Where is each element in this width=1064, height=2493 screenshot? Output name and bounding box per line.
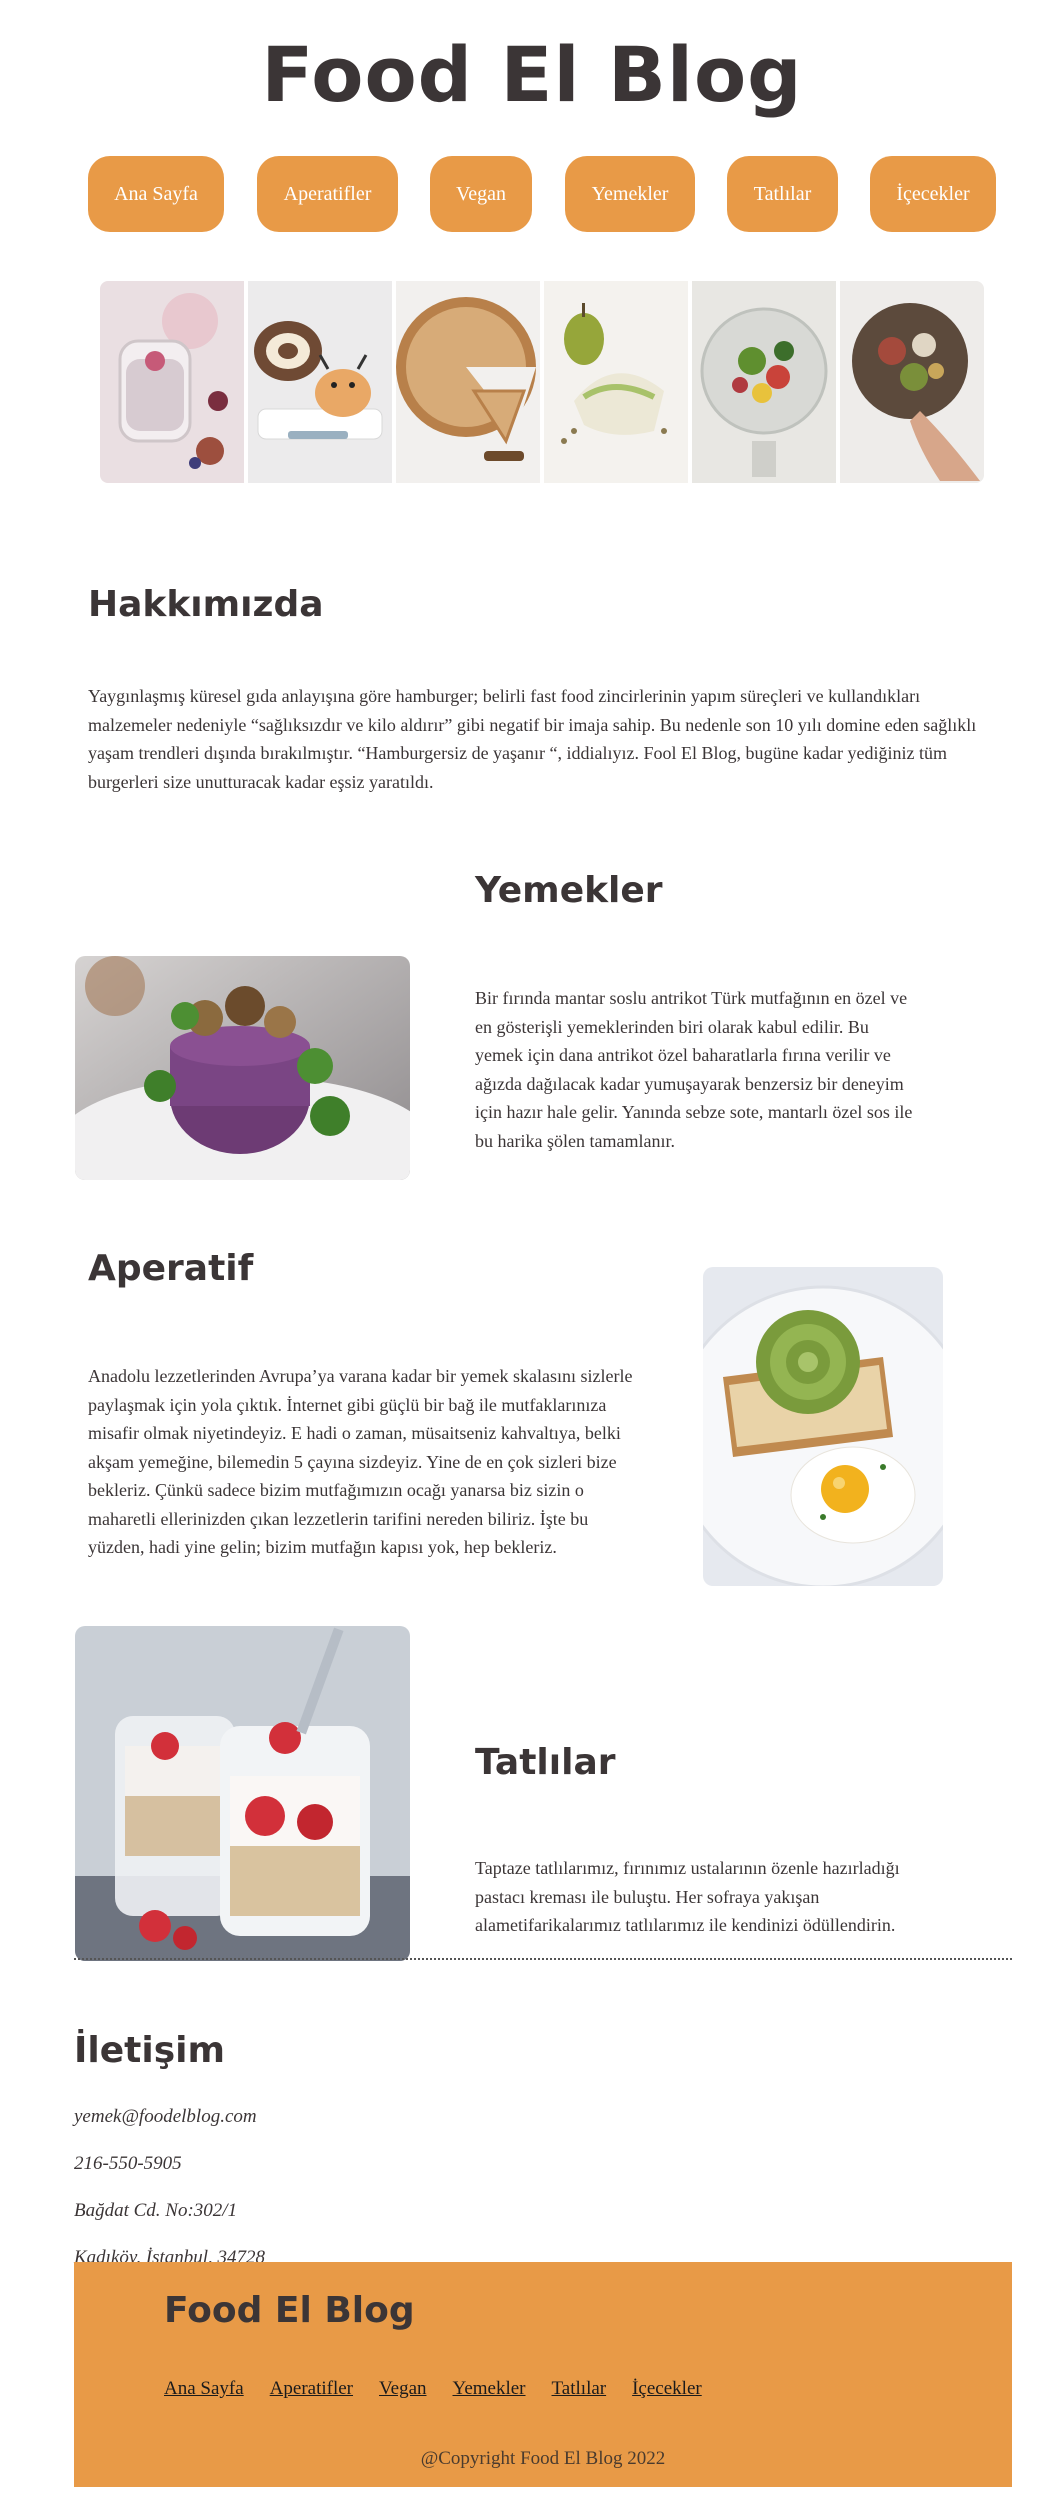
nav-button-ana-sayfa[interactable]: Ana Sayfa bbox=[88, 156, 224, 232]
nav-button-icecekler[interactable]: İçecekler bbox=[870, 156, 996, 232]
yemekler-text: Bir fırında mantar soslu antrikot Türk m… bbox=[475, 988, 913, 1151]
yemekler-title: Yemekler bbox=[475, 870, 663, 911]
about-title: Hakkımızda bbox=[88, 584, 324, 625]
site-title: Food El Blog bbox=[261, 30, 803, 119]
contact-phone: 216-550-5905 bbox=[74, 2153, 182, 2174]
footer-link-aperatifler[interactable]: Aperatifler bbox=[270, 2378, 353, 2400]
aperatif-photo bbox=[703, 1267, 943, 1586]
tatlilar-photo bbox=[75, 1626, 410, 1961]
nav-button-yemekler[interactable]: Yemekler bbox=[565, 156, 695, 232]
yemekler-photo bbox=[75, 956, 410, 1180]
contact-title: İletişim bbox=[74, 2030, 225, 2071]
contact-email[interactable]: yemek@foodelblog.com bbox=[74, 2106, 257, 2128]
site-footer: Food El Blog Ana Sayfa Aperatifler Vegan… bbox=[74, 2262, 1012, 2487]
photo-gallery bbox=[100, 281, 984, 483]
copyright-text: @Copyright Food El Blog 2022 bbox=[420, 2448, 666, 2469]
gallery-image-cake-roll bbox=[248, 281, 392, 483]
about-text: Yaygınlaşmış küresel gıda anlayışına gör… bbox=[88, 686, 977, 792]
nav-button-tatlilar[interactable]: Tatlılar bbox=[727, 156, 838, 232]
gallery-image-salad bbox=[692, 281, 836, 483]
gallery-image-pie bbox=[396, 281, 540, 483]
nav-button-aperatifler[interactable]: Aperatifler bbox=[257, 156, 398, 232]
gallery-image-chia-pudding bbox=[100, 281, 244, 483]
aperatif-text: Anadolu lezzetlerinden Avrupa’ya varana … bbox=[88, 1366, 633, 1557]
aperatif-title: Aperatif bbox=[88, 1248, 254, 1289]
footer-title: Food El Blog bbox=[164, 2290, 415, 2331]
gallery-image-grain-bowl bbox=[840, 281, 984, 483]
contact-address-line1: Bağdat Cd. No:302/1 bbox=[74, 2200, 238, 2221]
tatlilar-title: Tatlılar bbox=[475, 1742, 616, 1783]
footer-link-yemekler[interactable]: Yemekler bbox=[453, 2378, 526, 2400]
section-divider bbox=[74, 1958, 1012, 1960]
footer-link-vegan[interactable]: Vegan bbox=[379, 2378, 426, 2400]
footer-link-ana-sayfa[interactable]: Ana Sayfa bbox=[164, 2378, 244, 2400]
footer-link-tatlilar[interactable]: Tatlılar bbox=[552, 2378, 607, 2400]
footer-link-icecekler[interactable]: İçecekler bbox=[632, 2378, 702, 2400]
tatlilar-text: Taptaze tatlılarımız, fırınımız ustaları… bbox=[475, 1858, 900, 1935]
nav-button-vegan[interactable]: Vegan bbox=[430, 156, 532, 232]
main-nav: Ana Sayfa Aperatifler Vegan Yemekler Tat… bbox=[0, 156, 1064, 232]
gallery-image-pear-tacos bbox=[544, 281, 688, 483]
footer-links: Ana Sayfa Aperatifler Vegan Yemekler Tat… bbox=[164, 2378, 702, 2400]
